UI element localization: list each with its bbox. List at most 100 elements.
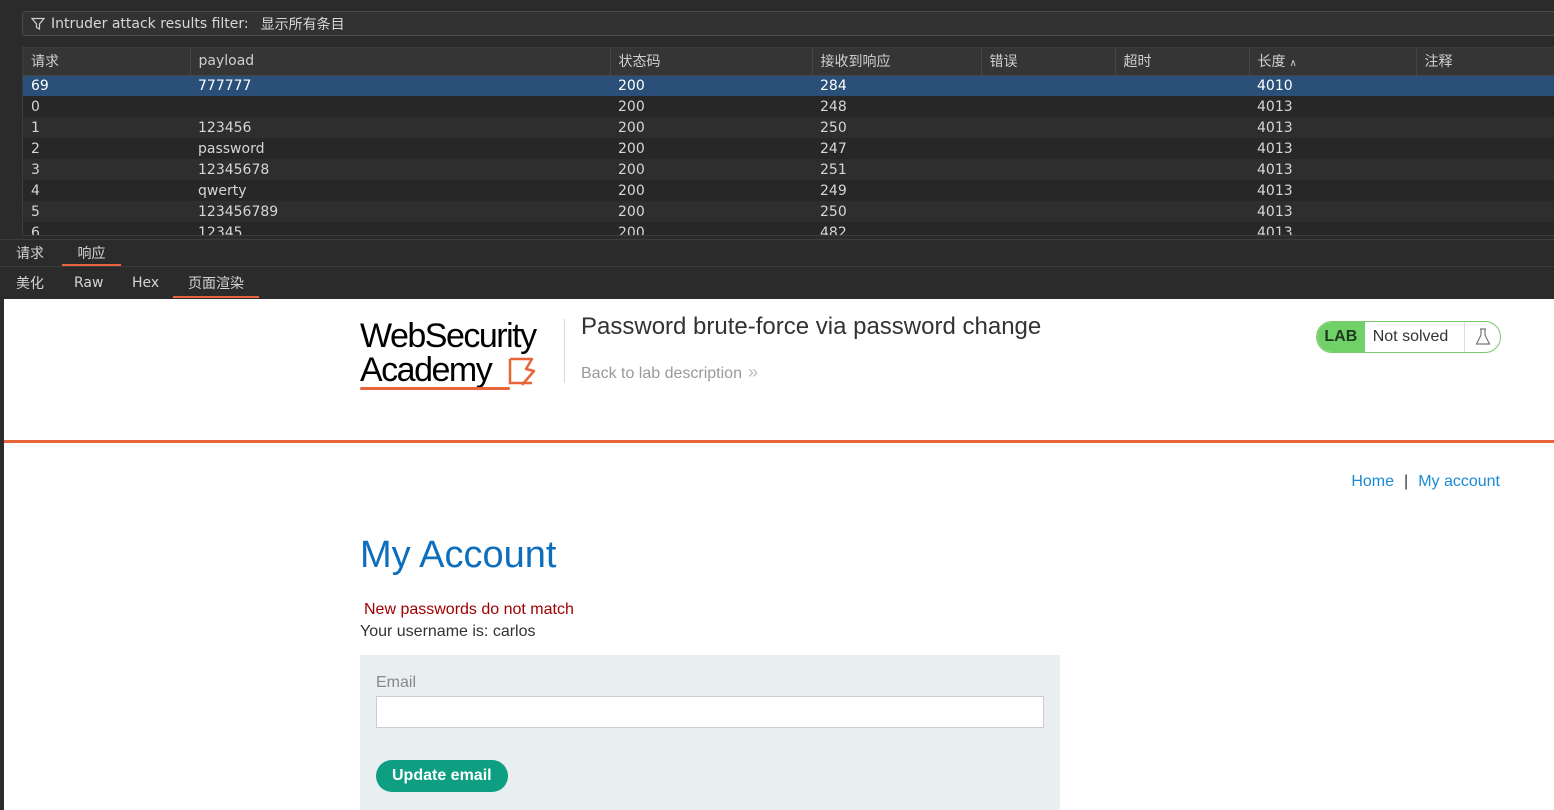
- tab-request[interactable]: 请求: [16, 240, 46, 266]
- table-row[interactable]: 4 qwerty 200 249 4013: [23, 180, 1554, 201]
- cell-status: 200: [610, 75, 812, 96]
- cell-error: [981, 180, 1115, 201]
- cell-response-received: 249: [812, 180, 981, 201]
- cell-error: [981, 75, 1115, 96]
- back-to-lab-label: Back to lab description: [581, 365, 742, 382]
- filter-icon: [31, 17, 45, 31]
- view-tab-bar: 美化 Raw Hex 页面渲染: [0, 268, 1554, 298]
- cell-status: 200: [610, 138, 812, 159]
- table-row[interactable]: 0 200 248 4013: [23, 96, 1554, 117]
- tab-response[interactable]: 响应: [62, 240, 121, 266]
- column-header-response-received[interactable]: 接收到响应: [812, 48, 982, 76]
- lab-status: Not solved: [1372, 328, 1449, 345]
- cell-request: 0: [23, 96, 190, 117]
- tab-hex[interactable]: Hex: [132, 268, 159, 298]
- filter-label: Intruder attack results filter:: [51, 15, 249, 32]
- cell-timeout: [1115, 96, 1249, 117]
- column-header-error[interactable]: 错误: [981, 48, 1116, 76]
- table-row[interactable]: 2 password 200 247 4013: [23, 138, 1554, 159]
- column-header-length[interactable]: 长度 ∧: [1249, 48, 1417, 76]
- cell-timeout: [1115, 159, 1249, 180]
- cell-error: [981, 96, 1115, 117]
- cell-status: 200: [610, 117, 812, 138]
- flask-icon: [1464, 322, 1500, 352]
- cell-error: [981, 138, 1115, 159]
- cell-payload: 12345: [190, 222, 610, 235]
- cell-length: 4013: [1249, 138, 1416, 159]
- tab-pretty[interactable]: 美化: [16, 268, 44, 298]
- cell-payload: 123456789: [190, 201, 610, 222]
- email-field[interactable]: [376, 696, 1044, 728]
- email-label: Email: [376, 674, 417, 691]
- message-tab-bar: 请求 响应: [0, 239, 1554, 267]
- page-title: My Account: [360, 534, 557, 576]
- cell-response-received: 248: [812, 96, 981, 117]
- cell-request: 69: [23, 75, 190, 96]
- filter-value: 显示所有条目: [260, 16, 345, 33]
- nav-home-link[interactable]: Home: [1351, 473, 1394, 491]
- cell-status: 200: [610, 159, 812, 180]
- results-filter-bar[interactable]: Intruder attack results filter: 显示所有条目: [22, 11, 1554, 36]
- table-row[interactable]: 3 12345678 200 251 4013: [23, 159, 1554, 180]
- nav-separator: |: [1404, 473, 1409, 490]
- cell-timeout: [1115, 75, 1249, 96]
- cell-error: [981, 201, 1115, 222]
- table-row[interactable]: 5 123456789 200 250 4013: [23, 201, 1554, 222]
- cell-payload: password: [190, 138, 610, 159]
- chevron-double-right-icon: »: [747, 362, 758, 382]
- cell-length: 4013: [1249, 222, 1416, 235]
- lab-label: LAB: [1317, 322, 1365, 352]
- cell-error: [981, 159, 1115, 180]
- cell-response-received: 251: [812, 159, 981, 180]
- table-row[interactable]: 6 12345 200 482 4013: [23, 222, 1554, 235]
- cell-comment: [1416, 201, 1554, 222]
- table-row[interactable]: 1 123456 200 250 4013: [23, 117, 1554, 138]
- top-nav: Home | My account: [1351, 473, 1500, 491]
- cell-payload: [190, 96, 610, 117]
- lab-title: Password brute-force via password change: [581, 313, 1042, 340]
- cell-timeout: [1115, 180, 1249, 201]
- column-header-timeout[interactable]: 超时: [1115, 48, 1250, 76]
- cell-comment: [1416, 117, 1554, 138]
- cell-request: 4: [23, 180, 190, 201]
- error-message: New passwords do not match: [364, 601, 574, 618]
- tab-render[interactable]: 页面渲染: [173, 268, 259, 298]
- update-email-button[interactable]: Update email: [376, 760, 508, 792]
- cell-comment: [1416, 96, 1554, 117]
- nav-my-account-link[interactable]: My account: [1418, 473, 1500, 491]
- column-header-comment[interactable]: 注释: [1416, 48, 1554, 76]
- rendered-page: WebSecurity Academy Password brute-force…: [4, 299, 1554, 810]
- cell-response-received: 247: [812, 138, 981, 159]
- logo-underline: [360, 387, 510, 390]
- cell-status: 200: [610, 180, 812, 201]
- table-row[interactable]: 69 777777 200 284 4010: [23, 75, 1554, 96]
- cell-request: 6: [23, 222, 190, 235]
- cell-error: [981, 117, 1115, 138]
- cell-payload: 12345678: [190, 159, 610, 180]
- academy-logo-mark-icon: [508, 357, 536, 386]
- lab-status-badge: LAB Not solved: [1316, 321, 1501, 353]
- column-header-status[interactable]: 状态码: [610, 48, 813, 76]
- cell-comment: [1416, 222, 1554, 235]
- cell-length: 4010: [1249, 75, 1416, 96]
- cell-timeout: [1115, 201, 1249, 222]
- cell-payload: 123456: [190, 117, 610, 138]
- cell-request: 5: [23, 201, 190, 222]
- cell-status: 200: [610, 201, 812, 222]
- cell-comment: [1416, 138, 1554, 159]
- cell-request: 3: [23, 159, 190, 180]
- attack-results-table[interactable]: 请求 payload 状态码 接收到响应 错误 超时 长度 ∧ 注释 69 7777…: [22, 47, 1554, 236]
- cell-status: 200: [610, 96, 812, 117]
- cell-request: 2: [23, 138, 190, 159]
- cell-timeout: [1115, 222, 1249, 235]
- column-header-request[interactable]: 请求: [23, 48, 191, 76]
- cell-timeout: [1115, 138, 1249, 159]
- back-to-lab-link[interactable]: Back to lab description »: [581, 362, 758, 383]
- cell-length: 4013: [1249, 180, 1416, 201]
- column-header-payload[interactable]: payload: [190, 48, 611, 76]
- cell-length: 4013: [1249, 96, 1416, 117]
- tab-raw[interactable]: Raw: [74, 268, 103, 298]
- cell-request: 1: [23, 117, 190, 138]
- cell-comment: [1416, 75, 1554, 96]
- cell-response-received: 284: [812, 75, 981, 96]
